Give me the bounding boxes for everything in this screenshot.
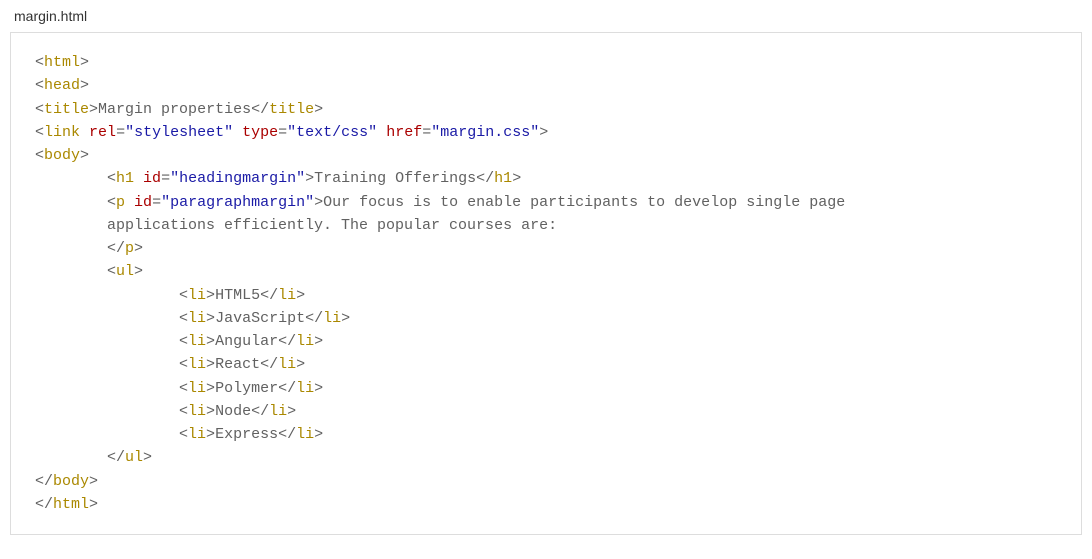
page-container: margin.html <html> <head> <title>Margin … [0,0,1092,555]
filename-label: margin.html [14,8,1082,24]
code-listing: <html> <head> <title>Margin properties</… [35,51,1063,516]
code-box: <html> <head> <title>Margin properties</… [10,32,1082,535]
